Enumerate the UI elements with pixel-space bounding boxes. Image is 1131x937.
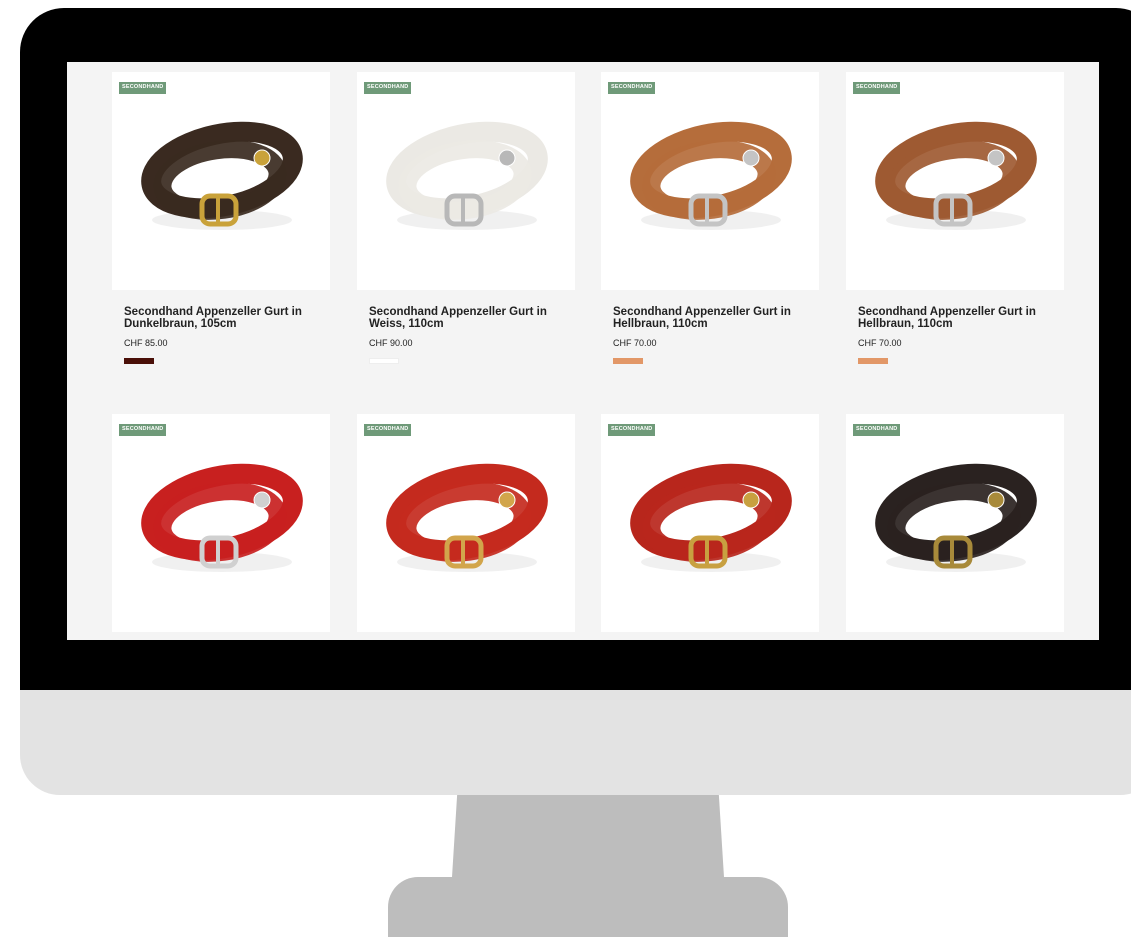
product-image[interactable]: SECONDHAND [357, 414, 575, 632]
product-image[interactable]: SECONDHAND [112, 72, 330, 290]
belt-photo [875, 463, 1037, 572]
product-image[interactable]: SECONDHAND [846, 72, 1064, 290]
belt-buckle-prong [216, 196, 220, 224]
product-title[interactable]: Secondhand Appenzeller Gurt in Dunkelbra… [124, 306, 324, 330]
product-card[interactable]: SECONDHAND Secondhand Appenzeller Gurt i… [601, 72, 819, 364]
belt-buckle-prong [705, 538, 709, 566]
color-swatch[interactable] [124, 358, 154, 364]
color-swatch[interactable] [858, 358, 888, 364]
monitor-stand-base [388, 877, 788, 937]
product-card[interactable]: SECONDHAND Secondhand Appenzeller Gurt i… [846, 72, 1064, 364]
product-image[interactable]: SECONDHAND [112, 414, 330, 632]
product-title[interactable]: Secondhand Appenzeller Gurt in Hellbraun… [858, 306, 1058, 330]
belt-ornament [987, 491, 1005, 509]
belt-buckle-prong [461, 538, 465, 566]
belt-buckle-prong [216, 538, 220, 566]
belt-ornament [742, 149, 760, 167]
color-swatch[interactable] [613, 358, 643, 364]
product-card[interactable]: SECONDHAND Secondhand Appenzeller Gurt i… [112, 72, 330, 364]
product-image[interactable]: SECONDHAND [601, 72, 819, 290]
belt-photo [386, 121, 548, 230]
product-card[interactable]: SECONDHAND Secondhand Appenzeller Gurt i… [357, 72, 575, 364]
product-price: CHF 90.00 [369, 338, 413, 348]
belt-buckle-prong [461, 196, 465, 224]
belt-photo [141, 463, 303, 572]
product-image[interactable]: SECONDHAND [846, 414, 1064, 632]
belt-ornament [742, 491, 760, 509]
belt-photo [630, 121, 792, 230]
product-image[interactable]: SECONDHAND [601, 414, 819, 632]
product-title[interactable]: Secondhand Appenzeller Gurt in Hellbraun… [613, 306, 813, 330]
belt-ornament [987, 149, 1005, 167]
product-price: CHF 70.00 [858, 338, 902, 348]
belt-ornament [253, 149, 271, 167]
belt-buckle-prong [950, 538, 954, 566]
belt-photo [875, 121, 1037, 230]
product-card[interactable]: SECONDHAND [112, 414, 330, 632]
product-title[interactable]: Secondhand Appenzeller Gurt in Weiss, 11… [369, 306, 569, 330]
belt-ornament [498, 491, 516, 509]
belt-ornament [253, 491, 271, 509]
product-grid: SECONDHAND Secondhand Appenzeller Gurt i… [67, 62, 1099, 640]
belt-photo [141, 121, 303, 230]
product-card[interactable]: SECONDHAND [357, 414, 575, 632]
belt-buckle-prong [950, 196, 954, 224]
belt-ornament [498, 149, 516, 167]
product-price: CHF 70.00 [613, 338, 657, 348]
product-image[interactable]: SECONDHAND [357, 72, 575, 290]
belt-buckle-prong [705, 196, 709, 224]
product-card[interactable]: SECONDHAND [601, 414, 819, 632]
color-swatch[interactable] [369, 358, 399, 364]
belt-photo [386, 463, 548, 572]
belt-photo [630, 463, 792, 572]
product-price: CHF 85.00 [124, 338, 168, 348]
product-card[interactable]: SECONDHAND [846, 414, 1064, 632]
